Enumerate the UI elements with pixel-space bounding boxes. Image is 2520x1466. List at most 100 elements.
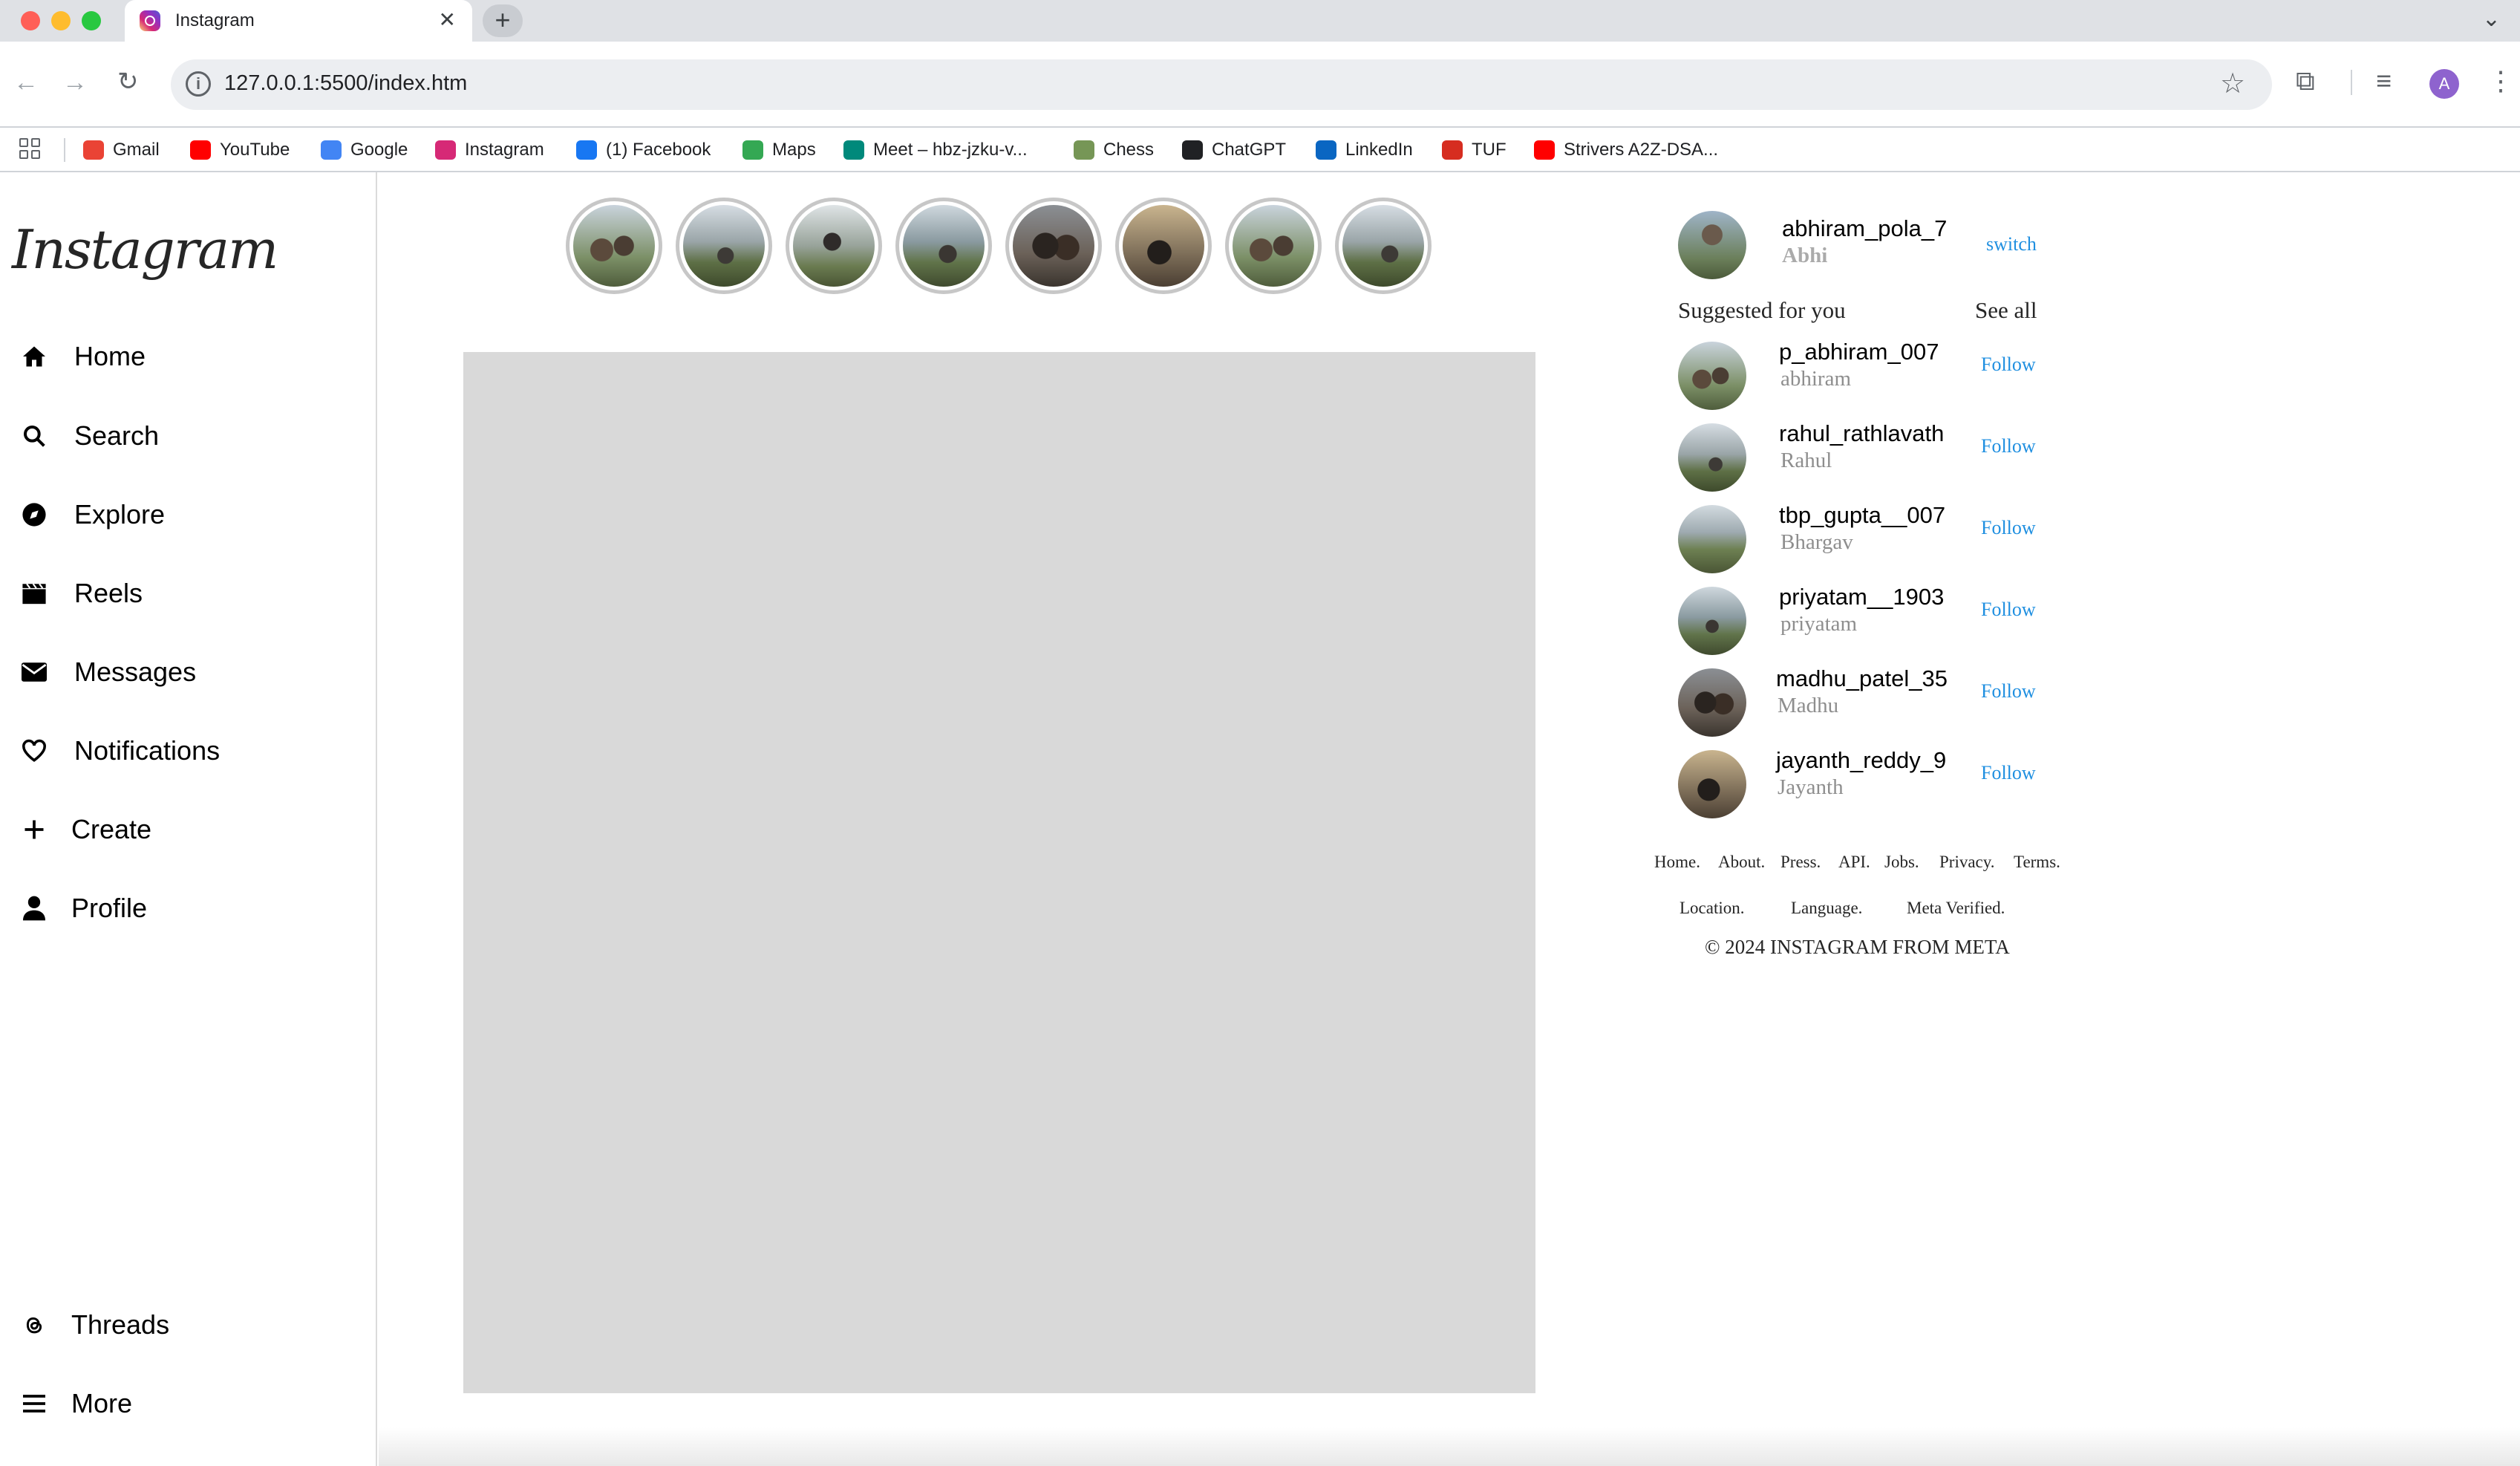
suggestion-avatar[interactable]	[1678, 423, 1746, 492]
bookmark-google[interactable]: Google	[321, 128, 408, 172]
suggestion-avatar[interactable]	[1678, 505, 1746, 573]
suggestion-name: abhiram	[1780, 367, 1852, 391]
follow-button[interactable]: Follow	[1981, 354, 2036, 376]
nav-explore[interactable]: Explore	[18, 492, 165, 537]
suggestion-avatar[interactable]	[1678, 750, 1746, 818]
footer-link[interactable]: Location.	[1680, 899, 1745, 918]
nav-create[interactable]: Create	[18, 807, 151, 852]
nav-threads[interactable]: Threads	[18, 1303, 169, 1347]
suggestion-avatar[interactable]	[1678, 668, 1746, 737]
account-avatar[interactable]	[1678, 211, 1746, 279]
profile-avatar[interactable]: A	[2429, 69, 2459, 99]
suggestion-username[interactable]: madhu_patel_35	[1776, 665, 1948, 692]
more-menu-icon[interactable]: ⋮	[2487, 65, 2514, 97]
story-avatar[interactable]	[566, 198, 662, 294]
story-image	[1013, 205, 1094, 287]
nav-reels[interactable]: Reels	[18, 571, 143, 616]
see-all-link[interactable]: See all	[1975, 297, 2037, 324]
account-username[interactable]: abhiram_pola_7	[1782, 215, 1947, 242]
nav-home[interactable]: Home	[18, 334, 146, 379]
bookmark-youtube[interactable]: YouTube	[190, 128, 290, 172]
back-button[interactable]: ←	[13, 68, 39, 97]
post-image-placeholder[interactable]	[463, 352, 1535, 1393]
suggestion-username[interactable]: jayanth_reddy_9	[1776, 747, 1946, 774]
story-image	[1342, 205, 1424, 287]
follow-button[interactable]: Follow	[1981, 435, 2036, 457]
extensions-icon[interactable]: ⧉	[2296, 65, 2315, 97]
new-tab-button[interactable]: +	[483, 4, 523, 37]
footer-link[interactable]: About.	[1718, 853, 1765, 872]
suggestion-username[interactable]: p_abhiram_007	[1779, 339, 1939, 365]
bookmark-chatgpt[interactable]: ChatGPT	[1182, 128, 1286, 172]
nav-search[interactable]: Search	[18, 414, 159, 458]
reload-button[interactable]: ↻	[117, 67, 139, 97]
bookmark-meet[interactable]: Meet – hbz-jzku-v...	[843, 128, 1028, 172]
bookmark-tuf[interactable]: TUF	[1442, 128, 1507, 172]
switch-account-link[interactable]: switch	[1986, 233, 2037, 255]
facebook-icon	[576, 140, 597, 160]
bookmark-instagram[interactable]: Instagram	[435, 128, 544, 172]
bookmark-maps[interactable]: Maps	[742, 128, 816, 172]
suggested-title: Suggested for you	[1678, 297, 1846, 323]
bookmark-linkedin[interactable]: LinkedIn	[1316, 128, 1413, 172]
bookmark-label: Google	[350, 140, 408, 160]
close-icon[interactable]: ✕	[439, 7, 456, 32]
nav-label: Search	[74, 420, 160, 451]
bookmark-star-icon[interactable]: ☆	[2220, 67, 2245, 100]
chatgpt-icon	[1182, 140, 1203, 160]
youtube-icon	[190, 140, 211, 160]
footer-link[interactable]: Home.	[1654, 853, 1700, 872]
footer-link[interactable]: Privacy.	[1939, 853, 1995, 872]
bookmark-label: (1) Facebook	[606, 140, 711, 160]
nav-profile[interactable]: Profile	[18, 886, 147, 931]
nav-messages[interactable]: Messages	[18, 650, 196, 694]
footer-link[interactable]: Meta Verified.	[1907, 899, 2005, 918]
story-image	[903, 205, 985, 287]
bookmark-label: Gmail	[113, 140, 160, 160]
apps-grid-icon[interactable]	[19, 138, 40, 159]
url-text[interactable]: 127.0.0.1:5500/index.htm	[224, 71, 467, 96]
maximize-window-button[interactable]	[82, 11, 101, 30]
story-avatar[interactable]	[1005, 198, 1102, 294]
footer-link[interactable]: Jobs.	[1884, 853, 1919, 872]
nav-more[interactable]: More	[18, 1381, 132, 1426]
address-bar[interactable]	[171, 59, 2272, 110]
footer-link[interactable]: API.	[1838, 853, 1870, 872]
media-control-icon[interactable]: ≡	[2376, 65, 2392, 97]
footer-link[interactable]: Language.	[1791, 899, 1862, 918]
follow-button[interactable]: Follow	[1981, 762, 2036, 784]
threads-icon	[18, 1309, 50, 1341]
suggestion-username[interactable]: rahul_rathlavath	[1779, 420, 1944, 447]
follow-button[interactable]: Follow	[1981, 517, 2036, 539]
forward-button[interactable]: →	[62, 68, 88, 97]
nav-label: Threads	[71, 1309, 170, 1340]
bookmark-youtube[interactable]: Strivers A2Z-DSA...	[1534, 128, 1718, 172]
clapperboard-icon	[18, 577, 50, 610]
minimize-window-button[interactable]	[51, 11, 71, 30]
suggestion-username[interactable]: priyatam__1903	[1779, 584, 1944, 610]
story-avatar[interactable]	[1225, 198, 1322, 294]
suggestion-name: priyatam	[1780, 612, 1858, 636]
story-avatar[interactable]	[1335, 198, 1432, 294]
story-avatar[interactable]	[786, 198, 882, 294]
footer-link[interactable]: Terms.	[2014, 853, 2060, 872]
site-info-icon[interactable]: i	[186, 71, 211, 97]
suggestion-avatar[interactable]	[1678, 342, 1746, 410]
follow-button[interactable]: Follow	[1981, 599, 2036, 621]
follow-button[interactable]: Follow	[1981, 680, 2036, 703]
bookmark-gmail[interactable]: Gmail	[83, 128, 160, 172]
bookmark-facebook[interactable]: (1) Facebook	[576, 128, 711, 172]
chevron-down-icon[interactable]: ⌄	[2482, 6, 2501, 32]
instagram-logo[interactable]: Instagram	[12, 218, 278, 281]
browser-tab[interactable]: Instagram ✕	[125, 0, 472, 42]
suggestion-avatar[interactable]	[1678, 587, 1746, 655]
nav-notifications[interactable]: Notifications	[18, 729, 220, 773]
story-avatar[interactable]	[1115, 198, 1212, 294]
suggestion-username[interactable]: tbp_gupta__007	[1779, 502, 1945, 529]
bookmark-chess[interactable]: Chess	[1074, 128, 1154, 172]
footer-link[interactable]: Press.	[1780, 853, 1821, 872]
story-avatar[interactable]	[676, 198, 772, 294]
bookmark-label: ChatGPT	[1212, 140, 1287, 160]
close-window-button[interactable]	[21, 11, 40, 30]
story-avatar[interactable]	[895, 198, 992, 294]
